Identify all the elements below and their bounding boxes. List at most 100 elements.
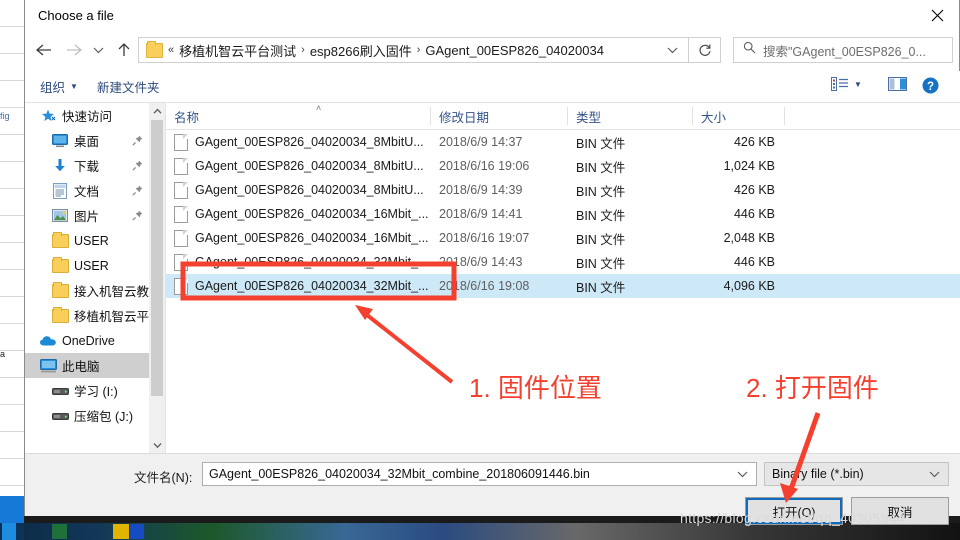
file-icon	[174, 229, 188, 247]
navigation-bar: « 移植机智云平台测试 › esp8266刷入固件 › GAgent_00ESP…	[25, 31, 960, 71]
downloads-icon	[51, 157, 69, 175]
column-header-type[interactable]: 类型	[568, 103, 693, 129]
background-row	[0, 0, 24, 27]
help-icon[interactable]: ?	[922, 77, 939, 94]
documents-icon	[51, 182, 69, 200]
column-header-row: 名称 ˄ 修改日期 类型 大小	[166, 103, 960, 130]
chevron-down-icon[interactable]	[149, 437, 165, 453]
column-label: 名称	[174, 110, 200, 125]
folder-icon	[51, 306, 69, 325]
breadcrumb-item-0[interactable]: 移植机智云平台测试	[179, 41, 296, 60]
file-type: BIN 文件	[576, 184, 626, 199]
pin-icon[interactable]	[132, 185, 143, 199]
filename-input[interactable]: GAgent_00ESP826_04020034_32Mbit_combine_…	[202, 462, 757, 486]
pin-icon[interactable]	[132, 160, 143, 174]
sidebar-item-8[interactable]: 移植机智云平台测	[25, 303, 149, 328]
arrow-up-icon[interactable]	[109, 34, 139, 66]
pin-icon[interactable]	[132, 135, 143, 149]
sidebar-item-label: 桌面	[74, 135, 100, 149]
quick-access-star-icon	[39, 107, 57, 125]
arrow-left-icon[interactable]	[29, 34, 59, 66]
organize-button[interactable]: 组织 ▼	[40, 77, 78, 96]
breadcrumb-item-1[interactable]: esp8266刷入固件	[310, 41, 412, 60]
file-icon	[174, 205, 188, 223]
arrow-right-icon	[59, 34, 89, 66]
sidebar-item-label: 压缩包 (J:)	[74, 410, 134, 424]
address-bar[interactable]: « 移植机智云平台测试 › esp8266刷入固件 › GAgent_00ESP…	[138, 37, 689, 63]
chevron-down-icon[interactable]	[737, 465, 748, 483]
annotation-note-1: 1. 固件位置	[469, 373, 602, 403]
file-name-cell: GAgent_00ESP826_04020034_32Mbit_...	[166, 250, 431, 274]
background-row	[0, 405, 24, 432]
sidebar-item-4[interactable]: 图片	[25, 203, 149, 228]
preview-pane-icon[interactable]	[888, 77, 907, 91]
file-date: 2018/6/16 19:06	[439, 159, 530, 173]
sidebar-item-7[interactable]: 接入机智云教程	[25, 278, 149, 303]
dialog-title: Choose a file	[38, 8, 114, 23]
annotation-note-2: 2. 打开固件	[746, 373, 879, 403]
file-name: GAgent_00ESP826_04020034_8MbitU...	[195, 183, 424, 197]
breadcrumb-overflow[interactable]: «	[168, 44, 174, 56]
sidebar-item-6[interactable]: USER	[25, 253, 149, 278]
command-bar: 组织 ▼ 新建文件夹 ▼ ?	[25, 71, 960, 102]
column-label: 类型	[576, 110, 602, 125]
filename-value: GAgent_00ESP826_04020034_32Mbit_combine_…	[209, 467, 590, 481]
breadcrumb-item-2[interactable]: GAgent_00ESP826_04020034	[425, 43, 604, 58]
sidebar-item-label: 接入机智云教程	[74, 285, 149, 299]
pin-icon[interactable]	[132, 210, 143, 224]
sidebar-item-2[interactable]: 下载	[25, 153, 149, 178]
sidebar-item-0[interactable]: 快速访问	[25, 103, 149, 128]
file-date: 2018/6/16 19:07	[439, 231, 530, 245]
sidebar-scrollbar[interactable]	[149, 103, 166, 453]
table-row[interactable]: GAgent_00ESP826_04020034_8MbitU... 2018/6…	[166, 154, 960, 178]
chevron-down-icon[interactable]	[929, 465, 940, 483]
sidebar-item-11[interactable]: 学习 (I:)	[25, 378, 149, 403]
sidebar-item-10[interactable]: 此电脑	[25, 353, 149, 378]
background-row	[0, 378, 24, 405]
filetype-select[interactable]: Binary file (*.bin)	[764, 462, 949, 486]
file-icon	[174, 277, 188, 295]
column-header-date[interactable]: 修改日期	[431, 103, 568, 129]
file-icon	[174, 157, 188, 175]
background-row	[0, 162, 24, 189]
table-row[interactable]: GAgent_00ESP826_04020034_16Mbit_... 2018/…	[166, 202, 960, 226]
column-divider[interactable]	[784, 107, 785, 125]
new-folder-button[interactable]: 新建文件夹	[97, 77, 160, 96]
view-options-icon[interactable]: ▼	[831, 77, 862, 91]
background-label: fig	[0, 111, 10, 121]
table-row[interactable]: GAgent_00ESP826_04020034_8MbitU... 2018/6…	[166, 130, 960, 154]
chevron-down-icon: ▼	[854, 79, 862, 89]
refresh-icon[interactable]	[689, 37, 721, 63]
table-row[interactable]: GAgent_00ESP826_04020034_16Mbit_... 2018/…	[166, 226, 960, 250]
table-row[interactable]: GAgent_00ESP826_04020034_32Mbit_... 2018/…	[166, 274, 960, 298]
table-row[interactable]: GAgent_00ESP826_04020034_32Mbit_... 2018/…	[166, 250, 960, 274]
file-type: BIN 文件	[576, 280, 626, 295]
onedrive-cloud-icon	[39, 332, 57, 350]
chevron-down-icon[interactable]	[87, 34, 109, 66]
close-icon[interactable]	[915, 0, 959, 30]
file-name-cell: GAgent_00ESP826_04020034_16Mbit_...	[166, 202, 431, 226]
column-label: 大小	[701, 110, 727, 125]
search-placeholder: 搜索"GAgent_00ESP826_0...	[763, 44, 926, 59]
search-input[interactable]: 搜索"GAgent_00ESP826_0...	[733, 37, 953, 63]
sidebar-item-12[interactable]: 压缩包 (J:)	[25, 403, 149, 428]
taskbar-icon	[113, 524, 129, 539]
chevron-up-icon[interactable]	[149, 103, 165, 119]
sidebar-item-3[interactable]: 文档	[25, 178, 149, 203]
column-header-size[interactable]: 大小	[693, 103, 785, 129]
sidebar-item-9[interactable]: OneDrive	[25, 328, 149, 353]
sidebar-item-5[interactable]: USER	[25, 228, 149, 253]
sidebar-item-1[interactable]: 桌面	[25, 128, 149, 153]
file-type: BIN 文件	[576, 256, 626, 271]
chevron-down-icon[interactable]	[667, 41, 678, 59]
svg-text:?: ?	[927, 81, 934, 93]
file-date: 2018/6/9 14:43	[439, 255, 523, 269]
table-row[interactable]: GAgent_00ESP826_04020034_8MbitU... 2018/6…	[166, 178, 960, 202]
desktop-icon	[51, 132, 69, 150]
scrollbar-thumb[interactable]	[151, 120, 163, 396]
file-type: BIN 文件	[576, 208, 626, 223]
filetype-value: Binary file (*.bin)	[772, 467, 864, 481]
column-header-name[interactable]: 名称	[166, 103, 431, 129]
breadcrumb-separator: ›	[301, 44, 305, 56]
taskbar-icon	[52, 524, 67, 539]
